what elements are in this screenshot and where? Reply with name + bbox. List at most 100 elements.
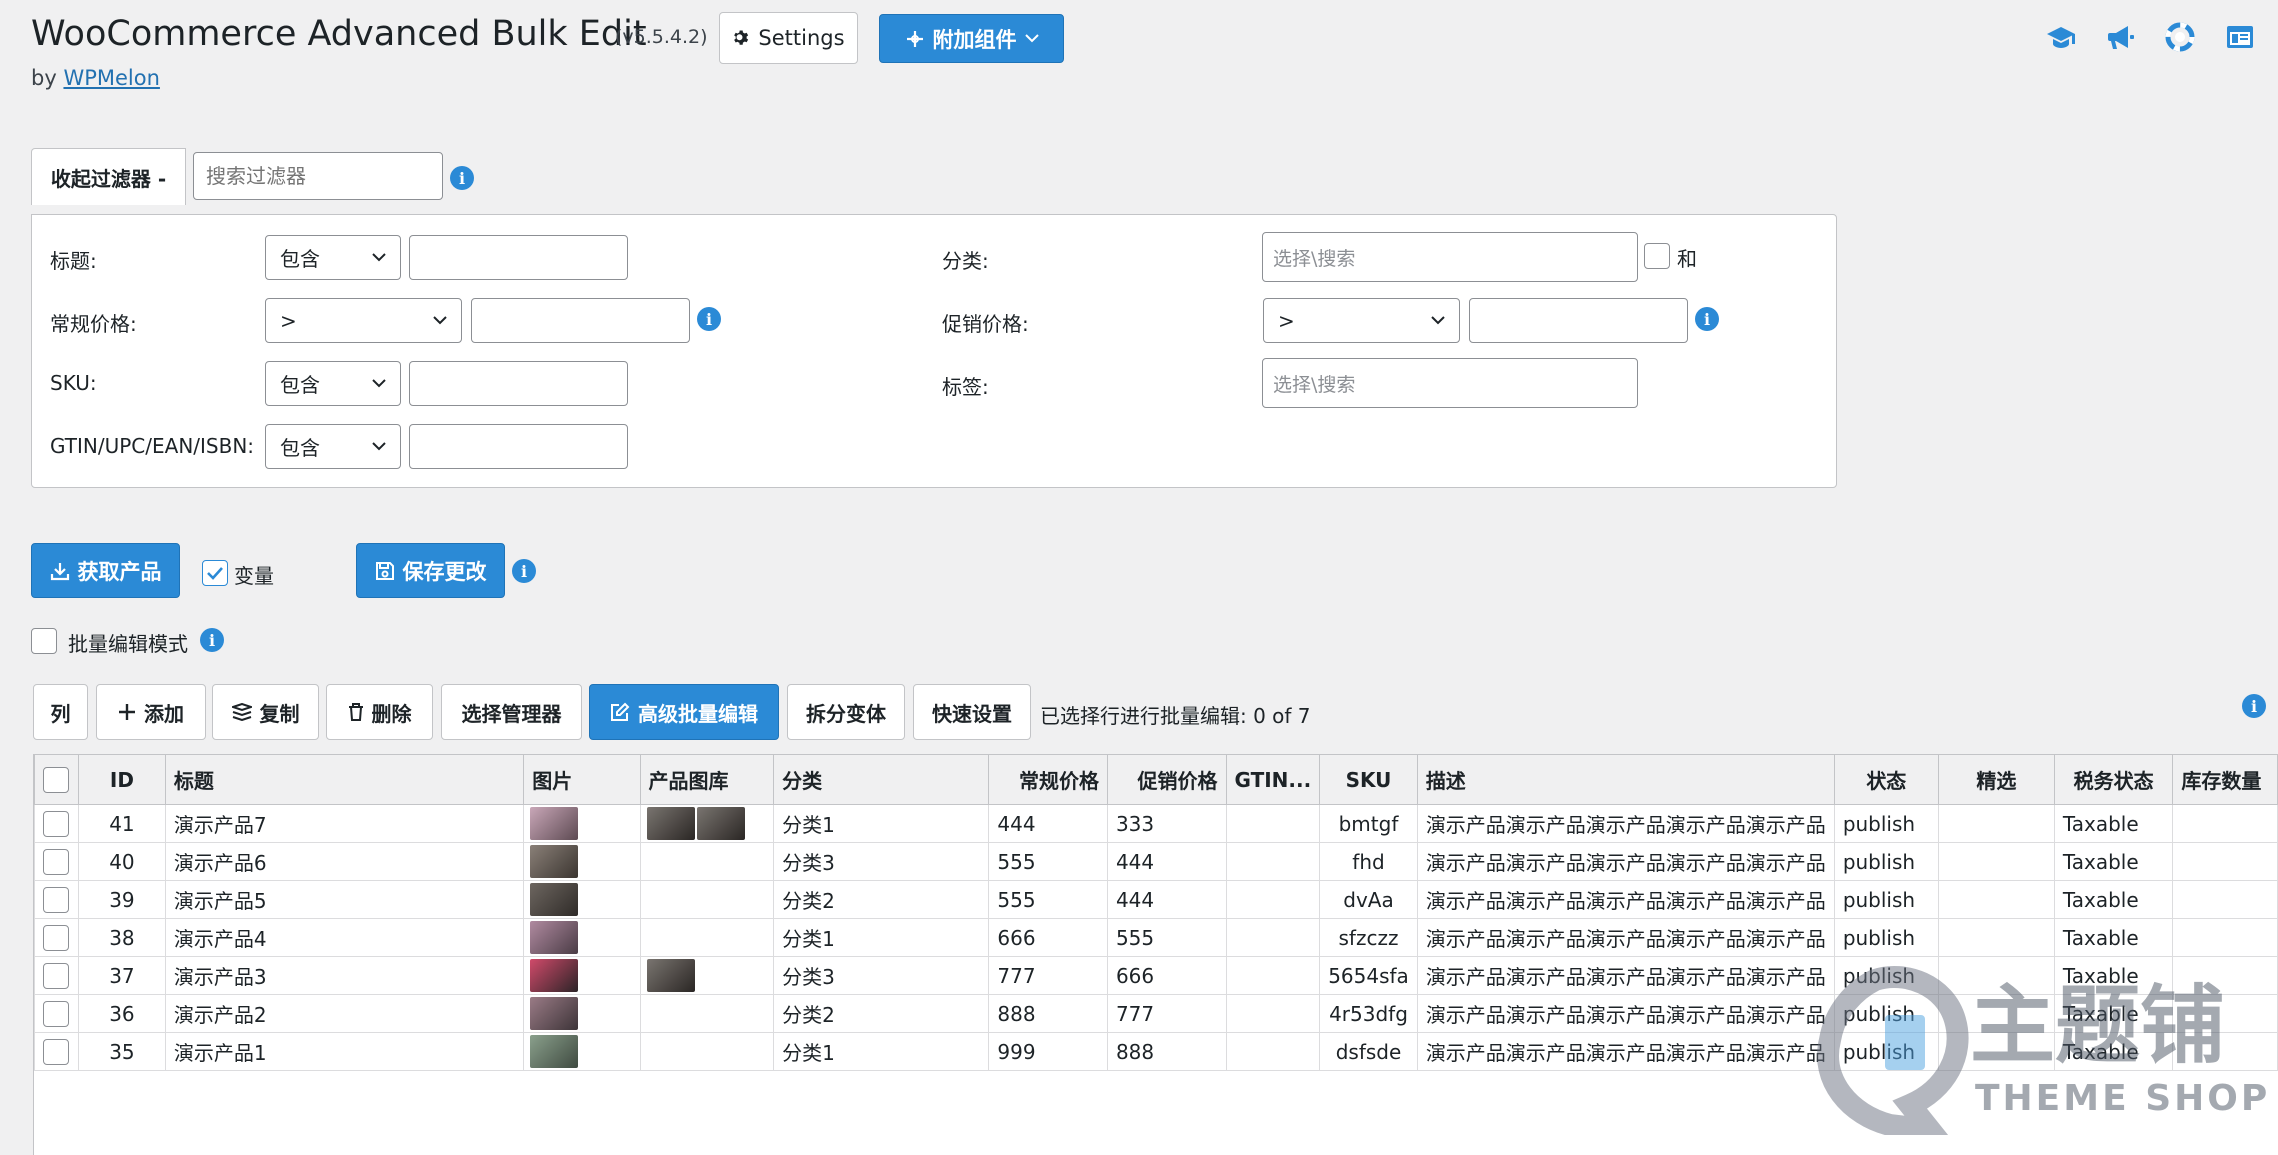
quick-settings-button[interactable]: 快速设置 [913,684,1031,740]
cell-image[interactable] [523,956,641,995]
cell-title[interactable]: 演示产品5 [164,880,525,919]
megaphone-icon[interactable] [2106,22,2136,52]
cell-tax-status[interactable]: Taxable [2053,880,2174,919]
row-checkbox[interactable] [43,1000,69,1027]
table-row[interactable]: 39 演示产品5 分类2 555 444 dvAa 演示产品演示产品演示产品演示产品演示产品… [34,880,2278,919]
cell-gallery[interactable] [639,994,775,1033]
column-header-category[interactable]: 分类 [773,754,990,805]
cell-tax-status[interactable]: Taxable [2053,994,2174,1033]
cell-tax-status[interactable]: Taxable [2053,804,2174,843]
row-checkbox[interactable] [43,962,69,989]
info-icon[interactable]: i [697,307,721,331]
cell-status[interactable]: publish [1833,804,1939,843]
collapse-filters-button[interactable]: 收起过滤器 - [31,148,186,205]
column-header-gallery[interactable]: 产品图库 [639,754,775,805]
cell-gtin[interactable] [1225,956,1321,995]
row-select-cell[interactable] [34,956,79,995]
cell-id[interactable]: 36 [77,994,166,1033]
cell-category[interactable]: 分类3 [773,956,990,995]
cell-category[interactable]: 分类1 [773,1032,990,1071]
cell-stock[interactable] [2172,842,2278,881]
product-thumbnail[interactable] [530,883,579,916]
addons-button[interactable]: 附加组件 [879,14,1064,63]
product-thumbnail[interactable] [530,921,579,954]
row-checkbox[interactable] [43,886,69,913]
column-header-title[interactable]: 标题 [164,754,525,805]
cell-featured[interactable] [1937,918,2055,957]
cell-image[interactable] [523,842,641,881]
column-header-image[interactable]: 图片 [523,754,641,805]
cell-sku[interactable]: dsfsde [1319,1032,1418,1071]
product-thumbnail[interactable] [530,959,579,992]
cell-id[interactable]: 35 [77,1032,166,1071]
cell-stock[interactable] [2172,880,2278,919]
cell-description[interactable]: 演示产品演示产品演示产品演示产品演示产品 [1416,842,1835,881]
cell-status[interactable]: publish [1833,918,1939,957]
column-header-id[interactable]: ID [77,754,166,805]
table-row[interactable]: 37 演示产品3 分类3 777 666 5654sfa 演示产品演示产品演示产品演示产品演… [34,956,2278,995]
info-icon[interactable]: i [1695,307,1719,331]
row-checkbox[interactable] [43,848,69,875]
cell-regular-price[interactable]: 555 [988,880,1108,919]
cell-title[interactable]: 演示产品3 [164,956,525,995]
info-icon[interactable]: i [200,628,224,652]
column-header-regular-price[interactable]: 常规价格 [988,754,1108,805]
cell-gallery[interactable] [639,956,775,995]
add-button[interactable]: 添加 [96,684,206,740]
column-header-status[interactable]: 状态 [1833,754,1939,805]
cell-title[interactable]: 演示产品6 [164,842,525,881]
column-header-featured[interactable]: 精选 [1937,754,2055,805]
cell-featured[interactable] [1937,880,2055,919]
settings-button[interactable]: Settings [719,12,858,64]
advanced-bulk-edit-button[interactable]: 高级批量编辑 [589,684,779,740]
table-row[interactable]: 41 演示产品7 分类1 444 333 bmtgf 演示产品演示产品演示产品演示产品演示产… [34,804,2278,843]
graduation-cap-icon[interactable] [2046,22,2076,52]
columns-button[interactable]: 列 [33,684,88,740]
row-select-cell[interactable] [34,804,79,843]
tags-filter-input[interactable]: 选择\搜索 [1262,358,1638,408]
selection-manager-button[interactable]: 选择管理器 [441,684,582,740]
cell-description[interactable]: 演示产品演示产品演示产品演示产品演示产品 [1416,994,1835,1033]
column-header-stock[interactable]: 库存数量 [2172,754,2278,805]
product-thumbnail[interactable] [530,807,579,840]
cell-regular-price[interactable]: 666 [988,918,1108,957]
support-icon[interactable] [2165,22,2195,52]
cell-stock[interactable] [2172,1032,2278,1071]
row-select-cell[interactable] [34,994,79,1033]
title-filter-input[interactable] [409,235,628,280]
cell-stock[interactable] [2172,918,2278,957]
author-link[interactable]: WPMelon [63,66,159,90]
cell-gtin[interactable] [1225,880,1321,919]
regular-price-operator-select[interactable]: > [265,298,462,343]
cell-gtin[interactable] [1225,1032,1321,1071]
cell-gallery[interactable] [639,804,775,843]
category-filter-input[interactable]: 选择\搜索 [1262,232,1638,282]
row-checkbox[interactable] [43,810,69,837]
cell-gtin[interactable] [1225,994,1321,1033]
info-icon[interactable]: i [512,559,536,583]
cell-regular-price[interactable]: 555 [988,842,1108,881]
cell-category[interactable]: 分类1 [773,918,990,957]
category-and-checkbox[interactable] [1644,243,1670,269]
cell-sale-price[interactable]: 333 [1106,804,1227,843]
cell-sku[interactable]: bmtgf [1319,804,1418,843]
gtin-filter-input[interactable] [409,424,628,469]
cell-id[interactable]: 41 [77,804,166,843]
product-thumbnail[interactable] [530,997,579,1030]
cell-sale-price[interactable]: 888 [1106,1032,1227,1071]
cell-category[interactable]: 分类2 [773,994,990,1033]
sale-price-operator-select[interactable]: > [1263,298,1460,343]
cell-stock[interactable] [2172,994,2278,1033]
row-select-cell[interactable] [34,918,79,957]
get-products-button[interactable]: 获取产品 [31,543,180,598]
save-changes-button[interactable]: 保存更改 [356,543,505,598]
cell-gallery[interactable] [639,918,775,957]
cell-title[interactable]: 演示产品7 [164,804,525,843]
gallery-thumbnail[interactable] [646,959,695,992]
cell-gallery[interactable] [639,842,775,881]
cell-gallery[interactable] [639,880,775,919]
cell-sku[interactable]: 4r53dfg [1319,994,1418,1033]
table-row[interactable]: 36 演示产品2 分类2 888 777 4r53dfg 演示产品演示产品演示产品演示产品演… [34,994,2278,1033]
cell-status[interactable]: publish [1833,956,1939,995]
sku-filter-input[interactable] [409,361,628,406]
